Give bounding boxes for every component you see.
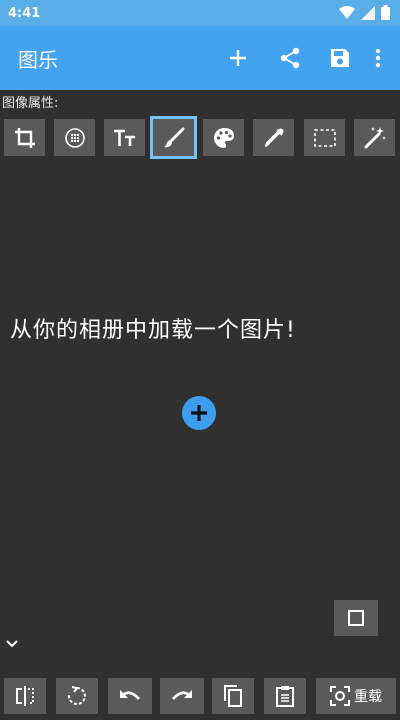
redo-icon <box>172 690 192 700</box>
more-vert-icon <box>375 48 381 68</box>
selection-tool[interactable] <box>304 119 345 156</box>
wifi-icon <box>339 5 355 24</box>
signal-icon <box>361 5 375 24</box>
share-icon <box>280 47 300 69</box>
text-size-icon <box>113 129 135 146</box>
load-image-prompt: 从你的相册中加载一个图片! <box>10 318 296 343</box>
chevron-down-icon <box>6 640 18 648</box>
brush-tool[interactable] <box>150 116 197 159</box>
flip-button[interactable] <box>4 678 46 714</box>
fullscreen-button[interactable] <box>334 600 378 636</box>
brush-icon <box>163 127 184 147</box>
magic-wand-tool[interactable] <box>354 119 395 156</box>
palette-icon <box>213 127 234 148</box>
palette-tool[interactable] <box>203 119 244 156</box>
status-icons <box>339 5 390 24</box>
share-button[interactable] <box>266 34 314 82</box>
add-button[interactable] <box>214 34 262 82</box>
save-button[interactable] <box>316 34 364 82</box>
save-icon <box>331 49 349 67</box>
paste-icon <box>276 686 294 707</box>
collapse-button[interactable] <box>5 636 23 654</box>
flip-icon <box>16 686 34 706</box>
eyedropper-tool[interactable] <box>253 119 294 156</box>
image-properties-label: 图像属性: <box>2 96 59 111</box>
selection-icon <box>313 128 336 147</box>
status-time: 4:41 <box>8 5 41 21</box>
eyedropper-icon <box>264 128 283 147</box>
load-image-button[interactable] <box>182 396 216 430</box>
screen-capture-icon <box>330 686 350 706</box>
grid-circle-icon <box>64 127 85 148</box>
copy-button[interactable] <box>212 678 254 714</box>
grid-circle-tool[interactable] <box>54 119 95 156</box>
redo-button[interactable] <box>160 678 204 714</box>
crop-icon <box>14 127 35 148</box>
status-bar: 4:41 <box>0 0 400 26</box>
reload-label: 重载 <box>354 689 382 705</box>
more-button[interactable] <box>364 34 392 82</box>
magic-wand-icon <box>364 126 386 148</box>
paste-button[interactable] <box>264 678 306 714</box>
add-icon <box>230 50 246 66</box>
reload-button[interactable]: 重载 <box>316 678 396 714</box>
app-bar: 图乐 <box>0 26 400 90</box>
text-tool[interactable] <box>104 119 145 156</box>
app-title: 图乐 <box>18 47 58 72</box>
app-actions <box>214 26 392 90</box>
bottom-toolbar: 重载 <box>0 672 400 720</box>
crop-tool[interactable] <box>4 119 45 156</box>
undo-button[interactable] <box>108 678 152 714</box>
add-circle-icon <box>191 405 207 421</box>
tool-row <box>4 116 398 159</box>
undo-icon <box>120 690 140 700</box>
rotate-button[interactable] <box>56 678 98 714</box>
battery-icon <box>381 5 390 24</box>
rotate-icon <box>67 686 86 705</box>
copy-icon <box>224 685 242 707</box>
square-icon <box>348 610 364 626</box>
